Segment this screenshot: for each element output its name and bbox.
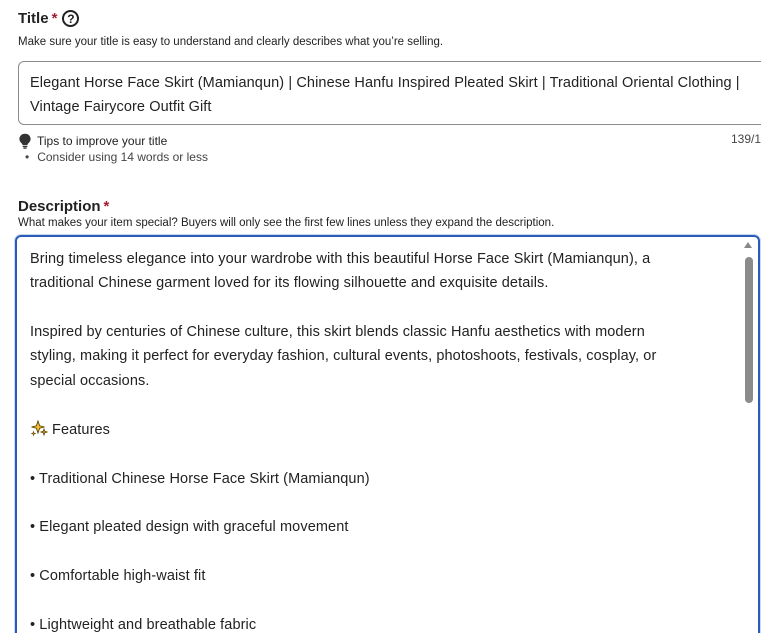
title-char-counter: 139/1 <box>730 132 761 146</box>
scrollbar-thumb[interactable] <box>745 257 753 403</box>
title-label: Title <box>18 10 49 27</box>
tip-item: • Consider using 14 words or less <box>25 150 208 164</box>
desc-line: Bring timeless elegance into your wardro… <box>30 251 651 267</box>
title-tips: Tips to improve your title <box>18 133 167 149</box>
title-hint: Make sure your title is easy to understa… <box>18 36 444 48</box>
description-label: Description <box>18 198 101 215</box>
feature-bullet: • Comfortable high-waist fit <box>30 568 206 585</box>
scroll-up-arrow-icon[interactable] <box>744 242 752 248</box>
description-label-row: Description * <box>18 198 109 215</box>
features-heading-line: Features <box>30 418 735 442</box>
tips-heading: Tips to improve your title <box>37 134 168 148</box>
title-input[interactable]: Elegant Horse Face Skirt (Mamianqun) | C… <box>18 61 761 125</box>
listing-form: Title * ? Make sure your title is easy t… <box>0 0 761 633</box>
desc-line: Inspired by centuries of Chinese culture… <box>30 324 645 341</box>
title-required-mark: * <box>51 10 58 27</box>
question-circle-icon[interactable]: ? <box>62 10 80 27</box>
description-textarea[interactable]: Bring timeless elegance into your wardro… <box>15 235 760 633</box>
desc-line: traditional Chinese garment loved for it… <box>30 275 549 292</box>
description-text: Bring timeless elegance into your wardro… <box>30 247 735 633</box>
lightbulb-icon <box>19 133 31 149</box>
feature-bullet: • Lightweight and breathable fabric <box>30 617 257 633</box>
tip-item-text: Consider using 14 words or less <box>37 150 208 164</box>
features-heading: Features <box>52 421 111 438</box>
title-label-row: Title * ? <box>18 10 80 27</box>
feature-bullet: • Traditional Chinese Horse Face Skirt (… <box>30 470 370 487</box>
description-hint: What makes your item special? Buyers wil… <box>18 217 555 229</box>
sparkles-icon <box>30 419 48 437</box>
feature-bullet: • Elegant pleated design with graceful m… <box>30 519 349 536</box>
desc-line: styling, making it perfect for everyday … <box>30 348 657 365</box>
tips-list: • Consider using 14 words or less <box>25 150 208 164</box>
description-required-mark: * <box>103 198 110 215</box>
desc-line: special occasions. <box>30 372 150 389</box>
